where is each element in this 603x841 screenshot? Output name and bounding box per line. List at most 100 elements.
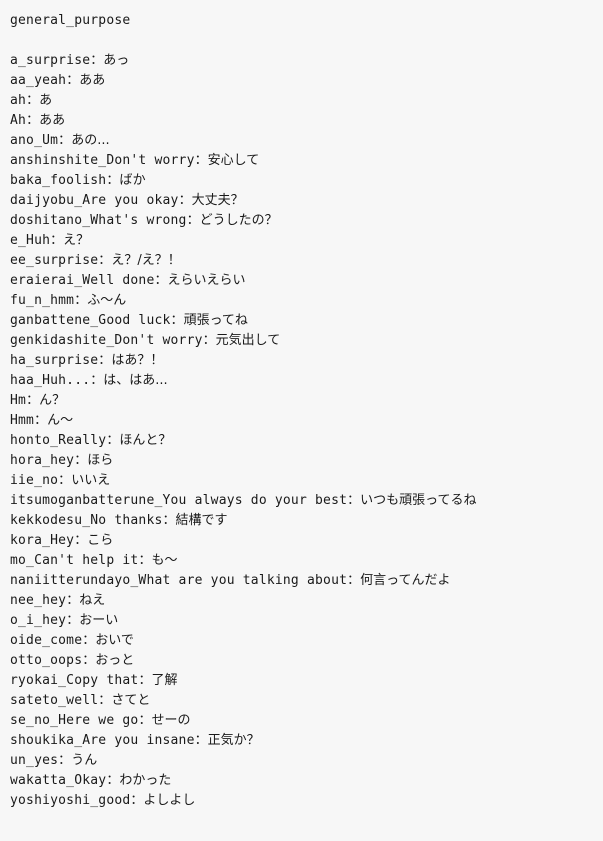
voice-entry-separator: ：: [186, 213, 200, 228]
voice-entry-value: おーい: [79, 613, 119, 628]
voice-entry-row[interactable]: anshinshite_Don't worry：安心して: [10, 151, 603, 171]
voice-entry-row[interactable]: Hm：ん？: [10, 391, 603, 411]
voice-entry-value: 頑張ってね: [183, 313, 248, 328]
voice-entry-key: Ah: [10, 113, 27, 128]
voice-entry-row[interactable]: mo_Can't help it：も〜: [10, 551, 603, 571]
voice-entry-value: ほんと？: [119, 433, 172, 448]
voice-entry-separator: ：: [58, 473, 72, 488]
voice-entry-row[interactable]: oide_come：おいで: [10, 631, 603, 651]
voice-entry-value: うん: [71, 753, 98, 768]
voice-entry-row[interactable]: kekkodesu_No thanks：結構です: [10, 511, 603, 531]
voice-entry-value: おいで: [95, 633, 134, 648]
voice-entry-separator: ：: [138, 553, 152, 568]
voice-entry-key: oide_come: [10, 633, 83, 648]
voice-entry-separator: ：: [34, 413, 48, 428]
voice-entry-key: yoshiyoshi_good: [10, 793, 131, 808]
voice-entry-value: いつも頑張ってるね: [360, 493, 477, 508]
voice-entry-row[interactable]: hora_hey：ほら: [10, 451, 603, 471]
voice-entry-separator: ：: [130, 793, 144, 808]
voice-entry-row[interactable]: o_i_hey：おーい: [10, 611, 603, 631]
voice-entry-key: Hmm: [10, 413, 35, 428]
voice-entry-row[interactable]: a_surprise：あっ: [10, 51, 603, 71]
voice-entry-key: fu_n_hmm: [10, 293, 75, 308]
voice-entry-row[interactable]: ano_Um：あの...: [10, 131, 603, 151]
voice-entry-row[interactable]: e_Huh：え？: [10, 231, 603, 251]
voice-entry-row[interactable]: doshitano_What's wrong：どうしたの？: [10, 211, 603, 231]
voice-entry-row[interactable]: nee_hey：ねえ: [10, 591, 603, 611]
voice-entry-value: わかった: [119, 773, 172, 788]
voice-entry-row[interactable]: naniitterundayo_What are you talking abo…: [10, 571, 603, 591]
voice-entry-key: haa_Huh...: [10, 373, 91, 388]
voice-entry-row[interactable]: itsumoganbatterune_You always do your be…: [10, 491, 603, 511]
voice-entry-separator: ：: [26, 393, 40, 408]
voice-entry-value: 大丈夫？: [191, 193, 244, 208]
voice-entry-value: ああ: [79, 73, 106, 88]
voice-entry-separator: ：: [66, 613, 80, 628]
voice-entry-separator: ：: [194, 153, 208, 168]
voice-entry-value: せーの: [151, 713, 191, 728]
voice-entry-value: 正気か？: [207, 733, 260, 748]
voice-entry-row[interactable]: otto_oops：おっと: [10, 651, 603, 671]
voice-entry-value: 何言ってんだよ: [360, 573, 451, 588]
voice-entry-separator: ：: [347, 573, 361, 588]
voice-entry-row[interactable]: sateto_well：さてと: [10, 691, 603, 711]
voice-entry-row[interactable]: un_yes：うん: [10, 751, 603, 771]
voice-entry-row[interactable]: wakatta_Okay：わかった: [10, 771, 603, 791]
voice-entry-separator: ：: [138, 713, 152, 728]
voice-entry-key: un_yes: [10, 753, 59, 768]
voice-entry-row[interactable]: ganbattene_Good luck：頑張ってね: [10, 311, 603, 331]
voice-entry-key: ah: [10, 93, 27, 108]
voice-entry-row[interactable]: Hmm：ん〜: [10, 411, 603, 431]
voice-entry-key: nee_hey: [10, 593, 67, 608]
voice-entry-key: kora_Hey: [10, 533, 75, 548]
voice-entry-row[interactable]: haa_Huh...：は、はあ...: [10, 371, 603, 391]
voice-entry-key: itsumoganbatterune_You always do your be…: [10, 493, 348, 508]
voice-entry-value: こら: [87, 533, 114, 548]
voice-entry-row[interactable]: kora_Hey：こら: [10, 531, 603, 551]
voice-entry-value: あ: [39, 93, 53, 108]
voice-entry-row[interactable]: iie_no：いいえ: [10, 471, 603, 491]
voice-entry-row[interactable]: genkidashite_Don't worry：元気出して: [10, 331, 603, 351]
voice-entry-row[interactable]: ryokai_Copy that：了解: [10, 671, 603, 691]
voice-entry-separator: ：: [58, 753, 72, 768]
voice-entry-key: otto_oops: [10, 653, 83, 668]
voice-entry-separator: ：: [106, 773, 120, 788]
voice-entry-row[interactable]: fu_n_hmm：ふ〜ん: [10, 291, 603, 311]
voice-entry-row[interactable]: eraierai_Well done：えらいえらい: [10, 271, 603, 291]
voice-entry-row[interactable]: aa_yeah：ああ: [10, 71, 603, 91]
voice-entry-key: wakatta_Okay: [10, 773, 107, 788]
voice-entry-separator: ：: [194, 733, 208, 748]
voice-entry-separator: ：: [66, 593, 80, 608]
voice-entry-key: o_i_hey: [10, 613, 67, 628]
voice-entry-value: ああ: [39, 113, 66, 128]
voice-entry-row[interactable]: baka_foolish：ばか: [10, 171, 603, 191]
voice-entry-row[interactable]: honto_Really：ほんと？: [10, 431, 603, 451]
blank-line-spacer: [10, 31, 603, 51]
voice-entry-value: さてと: [111, 693, 151, 708]
voice-entry-row[interactable]: ah：あ: [10, 91, 603, 111]
voice-entry-value: え？/え？！: [111, 253, 181, 268]
voice-entry-row[interactable]: ee_surprise：え？/え？！: [10, 251, 603, 271]
voice-entry-key: mo_Can't help it: [10, 553, 139, 568]
voice-entry-key: naniitterundayo_What are you talking abo…: [10, 573, 348, 588]
voice-entry-separator: ：: [90, 53, 104, 68]
voice-entry-separator: ：: [90, 373, 104, 388]
voice-entry-row[interactable]: ha_surprise：はあ？！: [10, 351, 603, 371]
voice-entry-separator: ：: [98, 253, 112, 268]
voice-entry-value: ん〜: [47, 413, 74, 428]
voice-entry-row[interactable]: daijyobu_Are you okay：大丈夫？: [10, 191, 603, 211]
group-title: general_purpose: [10, 13, 131, 28]
voice-entry-value: はあ？！: [111, 353, 164, 368]
voice-entry-row[interactable]: se_no_Here we go：せーの: [10, 711, 603, 731]
voice-entry-row[interactable]: yoshiyoshi_good：よしよし: [10, 791, 603, 811]
voice-entry-separator: ：: [26, 93, 40, 108]
voice-entry-value: ねえ: [79, 593, 106, 608]
voice-entry-separator: ：: [154, 273, 168, 288]
voice-entry-value: 了解: [151, 673, 178, 688]
voice-entry-value: あっ: [103, 53, 130, 68]
voice-entry-key: Hm: [10, 393, 27, 408]
voice-entry-value: 安心して: [207, 153, 260, 168]
voice-entry-row[interactable]: shoukika_Are you insane：正気か？: [10, 731, 603, 751]
voice-entry-key: ee_surprise: [10, 253, 99, 268]
voice-entry-row[interactable]: Ah：ああ: [10, 111, 603, 131]
